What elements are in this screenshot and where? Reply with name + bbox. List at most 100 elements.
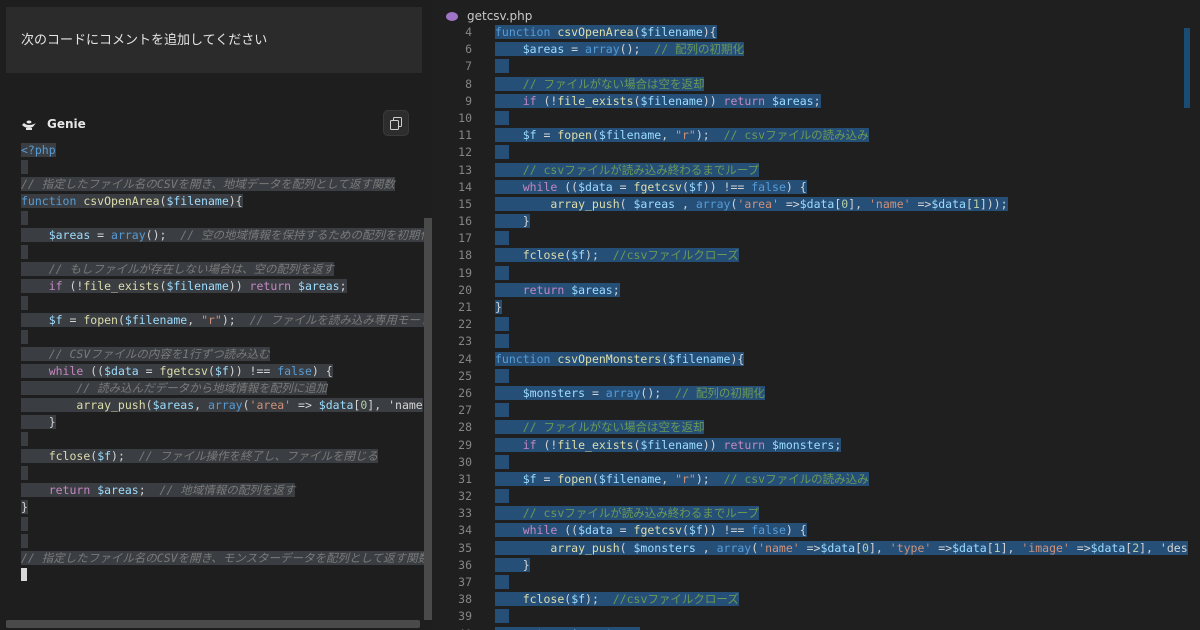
editor-line[interactable]: 33 // csvファイルが読み込み終わるまでループ [432,505,1200,522]
line-code: } [495,557,530,572]
genie-code-line: function csvOpenArea($filename){ [21,194,243,208]
line-number: 33 [458,506,472,521]
genie-code-block[interactable]: <?php // 指定したファイル名のCSVを開き、地域データを配列として返す関… [0,142,432,584]
genie-code-line: $f = fopen($filename, "r"); // ファイルを読み込み… [0,312,432,329]
editor-line[interactable]: 19 [432,265,1200,282]
genie-code-line: while (($data = fgetcsv($f)) !== false) … [0,363,422,380]
line-code: fclose($f); //csvファイルクローズ [495,591,739,608]
line-number: 22 [458,317,472,332]
editor-line[interactable]: 34 while (($data = fgetcsv($f)) !== fals… [432,522,1200,539]
line-code [495,402,509,419]
editor-line[interactable]: 40 return $monsters; [432,626,1200,630]
genie-code-line: // 読み込んだデータから地域情報を配列に追加 [0,380,422,397]
editor-line[interactable]: 18 fclose($f); //csvファイルクローズ [432,247,1200,264]
editor-line[interactable]: 21} [432,299,1200,316]
genie-code-line [0,295,422,312]
genie-code-line [0,516,422,533]
line-number: 36 [458,557,472,572]
genie-code-line [0,329,422,346]
line-number: 10 [458,110,472,125]
editor-line[interactable]: 6 $areas = array(); // 配列の初期化 [432,41,1200,58]
line-number: 32 [458,489,472,504]
line-code [495,608,509,625]
copy-icon [390,116,402,130]
line-number: 13 [458,162,472,177]
line-code [495,58,509,75]
tab-label: getcsv.php [467,9,533,23]
genie-code-line: } [21,500,28,514]
editor-line[interactable]: 16 } [432,213,1200,230]
line-number: 28 [458,420,472,435]
line-code [495,144,509,161]
line-code [495,368,509,385]
tab-getcsv[interactable]: getcsv.php [446,6,532,26]
genie-code-line: // 指定したファイル名のCSVを開き、地域データを配列として返す関数 [21,177,395,191]
editor-line[interactable]: 24 function csvOpenMonsters($filename){ [432,351,1200,368]
line-code: fclose($f); //csvファイルクローズ [495,247,739,264]
line-number: 14 [458,179,472,194]
editor-line[interactable]: 29 if (!file_exists($filename)) return $… [432,437,1200,454]
editor-line[interactable]: 10 [432,110,1200,127]
line-number: 4 [465,25,472,39]
line-code: while (($data = fgetcsv($f)) !== false) … [495,179,807,196]
line-code: // csvファイルが読み込み終わるまでループ [495,162,760,179]
copy-button[interactable] [383,110,409,136]
editor-line[interactable]: 30 [432,454,1200,471]
editor-line[interactable]: 32 [432,488,1200,505]
editor-line[interactable]: 8 // ファイルがない場合は空を返却 [432,76,1200,93]
editor-line[interactable]: 36 } [432,557,1200,574]
editor-line[interactable]: 20 return $areas; [432,282,1200,299]
line-number: 19 [458,265,472,280]
editor-line[interactable]: 17 [432,230,1200,247]
line-number: 17 [458,231,472,246]
genie-code-line: // もしファイルが存在しない場合は、空の配列を返す [0,261,422,278]
genie-code-line [0,159,422,176]
line-number: 39 [458,609,472,624]
line-number: 34 [458,523,472,538]
line-code: // ファイルがない場合は空を返却 [495,76,705,93]
line-code: } [495,214,530,229]
line-code: // ファイルがない場合は空を返却 [495,419,705,436]
editor-line[interactable]: 31 $f = fopen($filename, "r"); // csvファイ… [432,471,1200,488]
horizontal-scrollbar[interactable] [6,620,420,628]
editor-line[interactable]: 23 [432,333,1200,350]
editor-line[interactable]: 25 [432,368,1200,385]
editor-line[interactable]: 27 [432,402,1200,419]
editor-line[interactable]: 28 // ファイルがない場合は空を返却 [432,419,1200,436]
line-number: 30 [458,454,472,469]
editor-line[interactable]: 37 [432,574,1200,591]
line-number: 38 [458,592,472,607]
line-number: 26 [458,385,472,400]
vertical-scrollbar[interactable] [424,218,432,620]
line-number: 11 [458,128,472,143]
editor-line[interactable]: 12 [432,144,1200,161]
line-code [495,488,509,505]
genie-code-line: <?php [21,143,56,157]
line-number: 27 [458,403,472,418]
editor-line[interactable]: 39 [432,608,1200,625]
code-editor[interactable]: getcsv.php 4 function csvOpenArea($filena… [432,0,1200,630]
minimap-viewport[interactable] [1184,28,1190,108]
genie-code-line [0,567,422,584]
editor-line[interactable]: 11 $f = fopen($filename, "r"); // csvファイ… [432,127,1200,144]
editor-line[interactable]: 22 [432,316,1200,333]
genie-code-line: array_push($areas, array('area' => $data… [0,397,423,414]
genie-code-line: } [21,415,56,429]
editor-line[interactable]: 14 while (($data = fgetcsv($f)) !== fals… [432,179,1200,196]
editor-line[interactable]: 38 fclose($f); //csvファイルクローズ [432,591,1200,608]
line-code: while (($data = fgetcsv($f)) !== false) … [495,522,807,539]
line-number: 31 [458,471,472,486]
editor-line[interactable]: 13 // csvファイルが読み込み終わるまでループ [432,162,1200,179]
editor-lines[interactable]: 4 function csvOpenArea($filename){6 $area… [432,24,1200,630]
line-code: $monsters = array(); // 配列の初期化 [495,385,765,402]
editor-line[interactable]: 26 $monsters = array(); // 配列の初期化 [432,385,1200,402]
editor-line[interactable]: 9 if (!file_exists($filename)) return $a… [432,93,1200,110]
editor-line[interactable]: 4 function csvOpenArea($filename){ [432,24,1200,41]
line-number: 24 [458,351,472,366]
line-code: $f = fopen($filename, "r"); // csvファイルの読… [495,127,869,144]
line-code: function csvOpenMonsters($filename){ [495,351,745,366]
editor-line[interactable]: 35 array_push( $monsters , array('name' … [432,540,1200,557]
line-code: return $areas; [495,282,620,299]
editor-line[interactable]: 7 [432,58,1200,75]
editor-line[interactable]: 15 array_push( $areas , array('area' =>$… [432,196,1200,213]
